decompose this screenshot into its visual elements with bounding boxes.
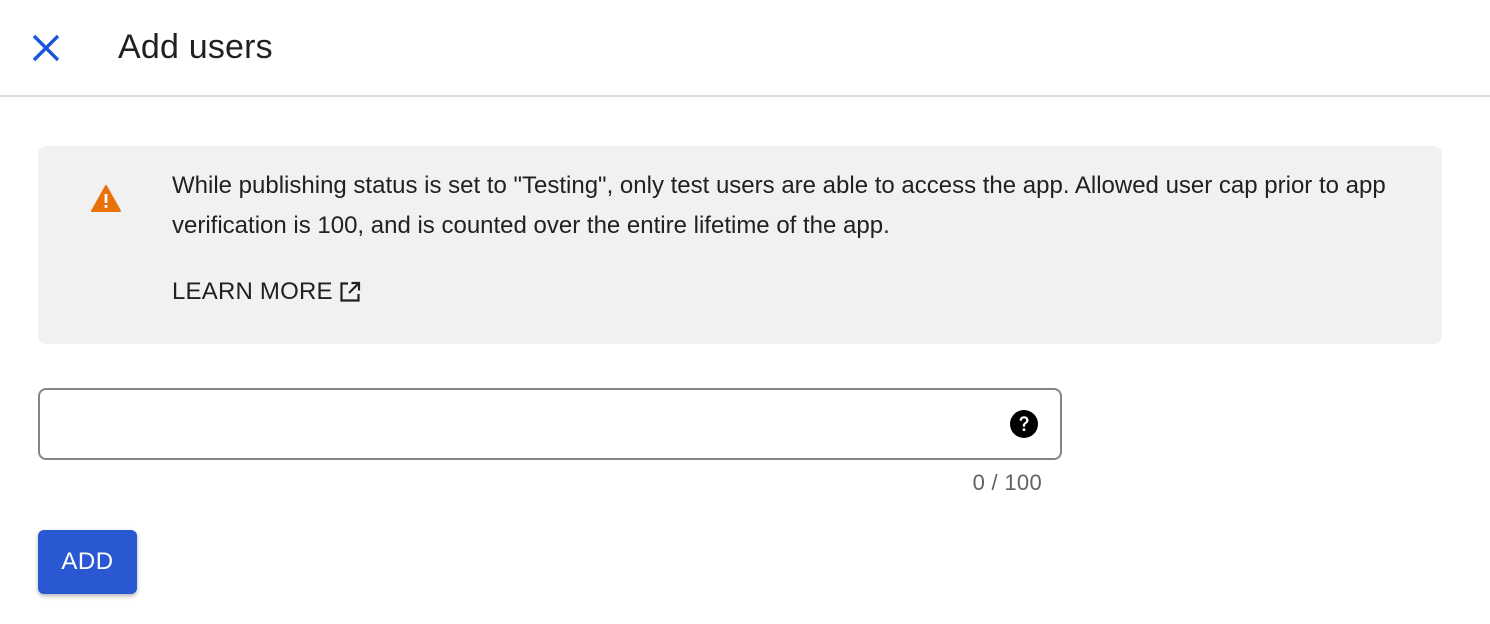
warning-icon: [91, 185, 121, 212]
add-button[interactable]: ADD: [38, 530, 137, 594]
help-icon[interactable]: [1009, 409, 1039, 439]
users-input[interactable]: [58, 400, 998, 448]
learn-more-link[interactable]: LEARN MORE: [172, 276, 361, 308]
learn-more-label: LEARN MORE: [172, 278, 333, 305]
users-input-field[interactable]: [38, 388, 1062, 460]
close-button[interactable]: [22, 24, 70, 72]
banner-message: While publishing status is set to "Testi…: [172, 172, 1386, 239]
close-icon: [32, 34, 60, 62]
info-banner: While publishing status is set to "Testi…: [38, 146, 1442, 344]
open-in-new-icon: [340, 281, 360, 302]
character-counter: 0 / 100: [972, 470, 1042, 495]
dialog-header: Add users: [0, 0, 1490, 97]
page-title: Add users: [118, 28, 273, 66]
